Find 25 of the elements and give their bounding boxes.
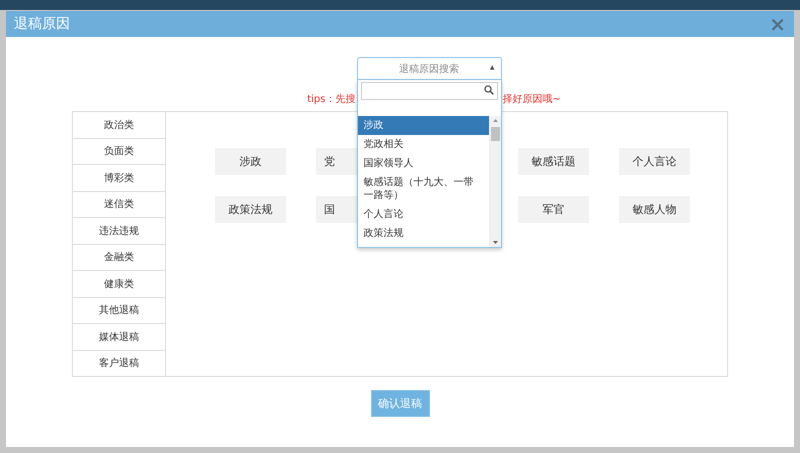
category-item[interactable]: 客户退稿	[73, 350, 165, 376]
reason-button[interactable]: 个人言论	[619, 148, 690, 175]
category-item[interactable]: 政治类	[73, 112, 165, 138]
select-placeholder: 退稿原因搜索	[399, 62, 459, 76]
dropdown-option[interactable]: 涉政	[358, 116, 488, 135]
reason-button[interactable]: 军官	[518, 196, 589, 223]
reason-button[interactable]: 涉政	[215, 148, 286, 175]
reason-button[interactable]: 政策法规	[215, 196, 286, 223]
category-item[interactable]: 迷信类	[73, 192, 165, 218]
category-item[interactable]: 其他退稿	[73, 298, 165, 324]
tips-text: tips：先搜	[306, 92, 356, 106]
category-item[interactable]: 违法违规	[73, 218, 165, 244]
category-item[interactable]: 金融类	[73, 244, 165, 271]
reason-button[interactable]: 敏感话题	[518, 148, 589, 175]
dialog-title: 退稿原因	[14, 15, 70, 33]
category-item[interactable]: 博彩类	[73, 165, 165, 192]
search-field[interactable]	[360, 82, 498, 100]
dropdown-option[interactable]: 政策法规	[358, 224, 488, 243]
tips-text: 择好原因哦~	[502, 92, 562, 106]
search-icon	[484, 85, 494, 95]
scrollbar[interactable]	[488, 116, 500, 247]
category-item[interactable]: 健康类	[73, 271, 165, 298]
reason-button[interactable]: 敏感人物	[619, 196, 690, 223]
category-item[interactable]: 负面类	[73, 138, 165, 165]
category-item[interactable]: 媒体退稿	[73, 324, 165, 350]
